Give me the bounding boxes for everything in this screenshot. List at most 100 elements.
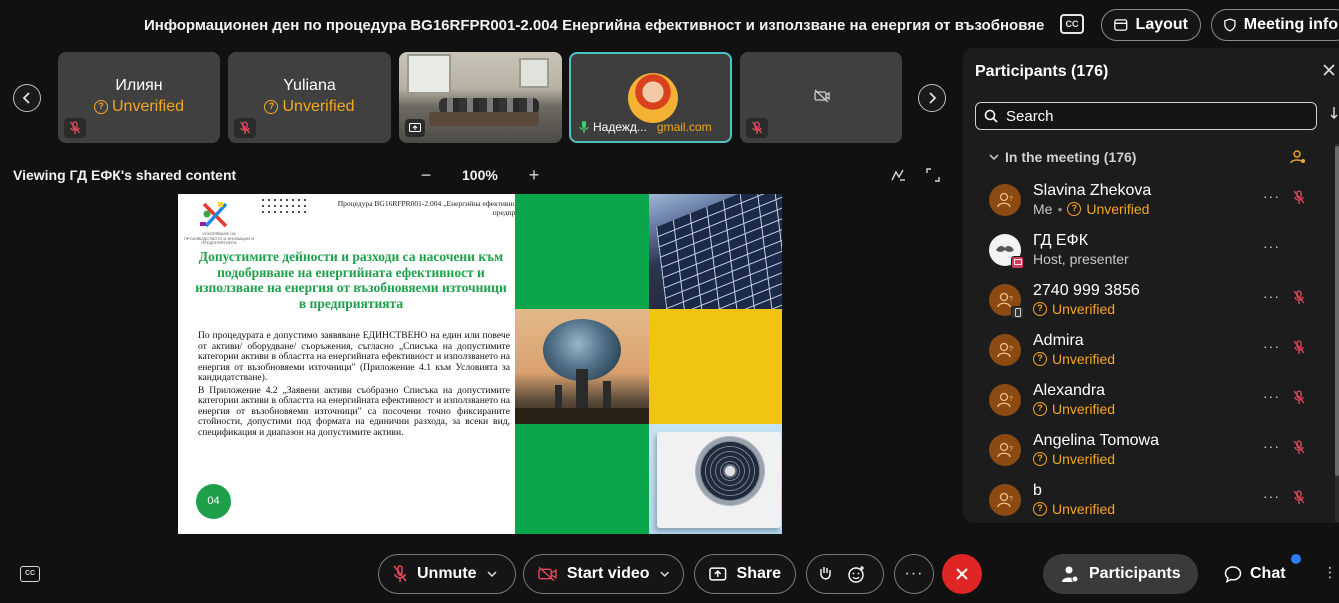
- layout-button[interactable]: Layout: [1101, 9, 1201, 41]
- zoom-in-button[interactable]: +: [526, 166, 542, 184]
- mic-muted-icon[interactable]: [1293, 290, 1305, 305]
- user-unknown-icon: ?: [997, 492, 1013, 508]
- close-icon: [956, 568, 968, 580]
- mic-muted-icon: [234, 118, 256, 138]
- more-options-icon[interactable]: ···: [1263, 288, 1280, 304]
- slide-page-number: 04: [196, 484, 231, 519]
- closed-captions-button[interactable]: CC: [1060, 14, 1084, 34]
- video-tile[interactable]: Yuliana ? Unverified: [228, 52, 391, 143]
- mic-muted-icon: [746, 118, 768, 138]
- more-options-icon[interactable]: ···: [1263, 338, 1280, 354]
- zoom-level: 100%: [462, 167, 498, 183]
- participant-search-input[interactable]: Search: [975, 102, 1317, 130]
- mic-muted-icon[interactable]: [1293, 190, 1305, 205]
- logo-caption: УСКОРЯВАНЕ НА ПРОИЗВОДСТВОТО И ИНОВАЦИИ …: [184, 231, 255, 245]
- fullscreen-icon[interactable]: [926, 168, 940, 182]
- video-tile[interactable]: Илиян ? Unverified: [58, 52, 220, 143]
- participant-name: Slavina Zhekova: [1033, 182, 1152, 199]
- avatar: ?: [989, 384, 1021, 416]
- question-icon: ?: [1033, 402, 1047, 416]
- mic-muted-icon[interactable]: [1293, 440, 1305, 455]
- more-options-button[interactable]: ···: [894, 554, 934, 594]
- participants-icon: [1062, 566, 1079, 583]
- chevron-down-icon[interactable]: [487, 570, 497, 578]
- more-panels-icon[interactable]: ⋮: [1323, 564, 1338, 581]
- participant-row-host[interactable]: ГД ЕФК Host, presenter ···: [963, 228, 1331, 278]
- share-label: Share: [736, 565, 781, 582]
- participant-subtitle: Me • ? Unverified: [1033, 201, 1149, 217]
- mic-muted-icon[interactable]: [1293, 390, 1305, 405]
- share-button[interactable]: Share: [694, 554, 796, 594]
- raise-hand-icon[interactable]: [817, 565, 833, 583]
- previous-videos-button[interactable]: [13, 84, 41, 112]
- leave-meeting-button[interactable]: [942, 554, 982, 594]
- participant-subtitle: ? Unverified: [1033, 351, 1115, 367]
- host-controls-icon[interactable]: [1290, 149, 1306, 165]
- chevron-right-icon: [929, 92, 937, 104]
- participants-scrollbar-thumb[interactable]: [1335, 146, 1339, 476]
- layout-icon: [1114, 19, 1128, 31]
- question-icon: ?: [1033, 502, 1047, 516]
- status-label: Unverified: [282, 98, 355, 115]
- participant-row[interactable]: ? Angelina Tomowa ? Unverified ···: [963, 428, 1331, 478]
- svg-text:?: ?: [1009, 396, 1013, 403]
- avatar: ?: [989, 184, 1021, 216]
- slide-body: По процедурата е допустимо заявяване ЕДИ…: [198, 330, 510, 438]
- video-off-icon: [538, 566, 557, 582]
- participant-row[interactable]: ? Slavina Zhekova Me • ? Unverified ···: [963, 178, 1331, 228]
- participant-email: gmail.com: [656, 120, 712, 134]
- svg-text:?: ?: [1009, 346, 1013, 353]
- question-icon: ?: [1033, 352, 1047, 366]
- participants-label: Participants: [1089, 565, 1181, 582]
- screen-share-icon: [405, 119, 425, 137]
- yellow-tile: [649, 309, 782, 424]
- chevron-down-icon[interactable]: [660, 571, 669, 578]
- in-meeting-section-toggle[interactable]: In the meeting (176): [989, 149, 1136, 165]
- decorative-dots: [260, 197, 310, 215]
- verification-status: ? Unverified: [228, 98, 391, 116]
- reactions-group[interactable]: [806, 554, 884, 594]
- phone-icon: [1011, 306, 1024, 319]
- reactions-icon[interactable]: [847, 565, 865, 583]
- mic-muted-icon[interactable]: [1293, 490, 1305, 505]
- mic-muted-icon: [64, 118, 86, 138]
- user-unknown-icon: ?: [997, 392, 1013, 408]
- participant-row[interactable]: ? 2740 999 3856 ? Unverified ···: [963, 278, 1331, 328]
- more-options-icon[interactable]: ···: [1263, 388, 1280, 404]
- zoom-out-button[interactable]: −: [419, 166, 433, 184]
- room-table: [429, 112, 539, 126]
- meeting-info-button[interactable]: Meeting info: [1211, 9, 1339, 41]
- participant-row[interactable]: ? b ? Unverified ···: [963, 478, 1331, 523]
- slide-paragraph: В Приложение 4.2 „Заявени активи съобраз…: [198, 384, 510, 438]
- svg-text:?: ?: [1009, 496, 1013, 503]
- mic-muted-icon: [393, 565, 407, 582]
- participant-subtitle: Host, presenter: [1033, 251, 1129, 267]
- video-tile-active-speaker[interactable]: Надежд... gmail.com: [569, 52, 732, 143]
- slide-text-panel: УСКОРЯВАНЕ НА ПРОИЗВОДСТВОТО И ИНОВАЦИИ …: [178, 194, 698, 534]
- more-options-icon[interactable]: ···: [1263, 188, 1280, 204]
- more-options-icon[interactable]: ···: [1263, 488, 1280, 504]
- participants-toggle-button[interactable]: Participants: [1043, 554, 1198, 594]
- closed-captions-toggle[interactable]: CC: [20, 566, 40, 582]
- participant-row[interactable]: ? Alexandra ? Unverified ···: [963, 378, 1331, 428]
- video-tile[interactable]: [740, 52, 902, 143]
- participant-name: ГД ЕФК: [1033, 232, 1089, 249]
- annotate-icon[interactable]: [890, 168, 906, 182]
- close-icon[interactable]: [1323, 64, 1335, 76]
- unmute-button[interactable]: Unmute: [378, 554, 516, 594]
- question-icon: ?: [1033, 452, 1047, 466]
- participant-row[interactable]: ? Admira ? Unverified ···: [963, 328, 1331, 378]
- more-options-icon[interactable]: ···: [1263, 238, 1280, 254]
- start-video-button[interactable]: Start video: [523, 554, 684, 594]
- sort-icon[interactable]: [1329, 106, 1339, 120]
- chat-label: Chat: [1250, 565, 1286, 582]
- solar-panels-image: [649, 194, 782, 309]
- avatar: ?: [989, 334, 1021, 366]
- next-videos-button[interactable]: [918, 84, 946, 112]
- video-tile-conference-room[interactable]: [399, 52, 562, 143]
- search-placeholder: Search: [1006, 107, 1054, 125]
- participant-label: Надежд... gmail.com: [579, 120, 724, 134]
- chat-notification-badge: [1291, 554, 1301, 564]
- more-options-icon[interactable]: ···: [1263, 438, 1280, 454]
- mic-muted-icon[interactable]: [1293, 340, 1305, 355]
